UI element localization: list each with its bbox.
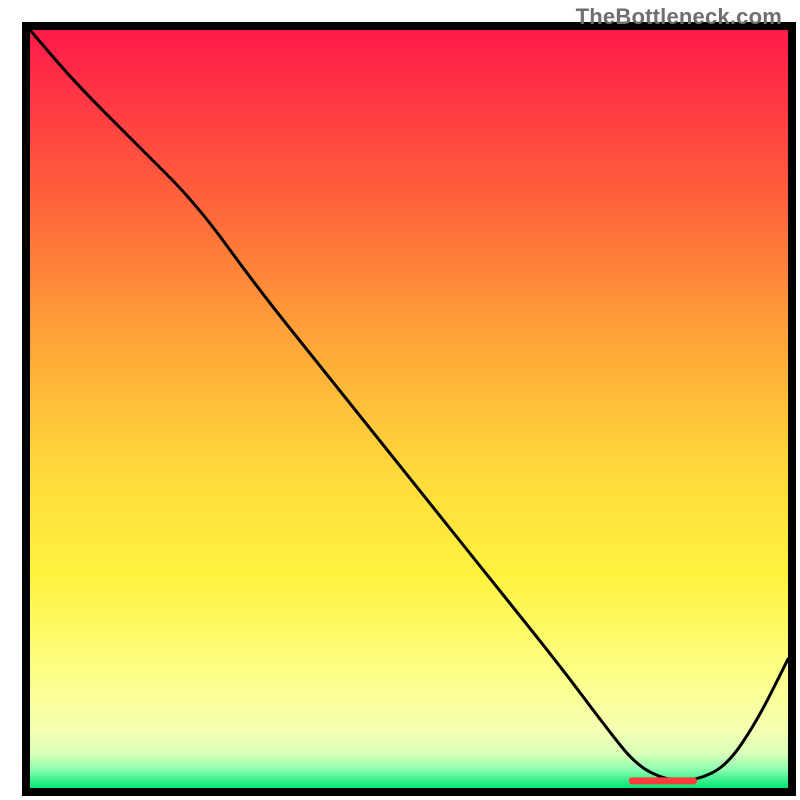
optimum-marker: [629, 777, 697, 784]
chart-frame: TheBottleneck.com: [0, 0, 800, 800]
watermark-text: TheBottleneck.com: [576, 4, 782, 30]
gradient-background: [30, 30, 788, 788]
bottleneck-chart: [0, 0, 800, 800]
